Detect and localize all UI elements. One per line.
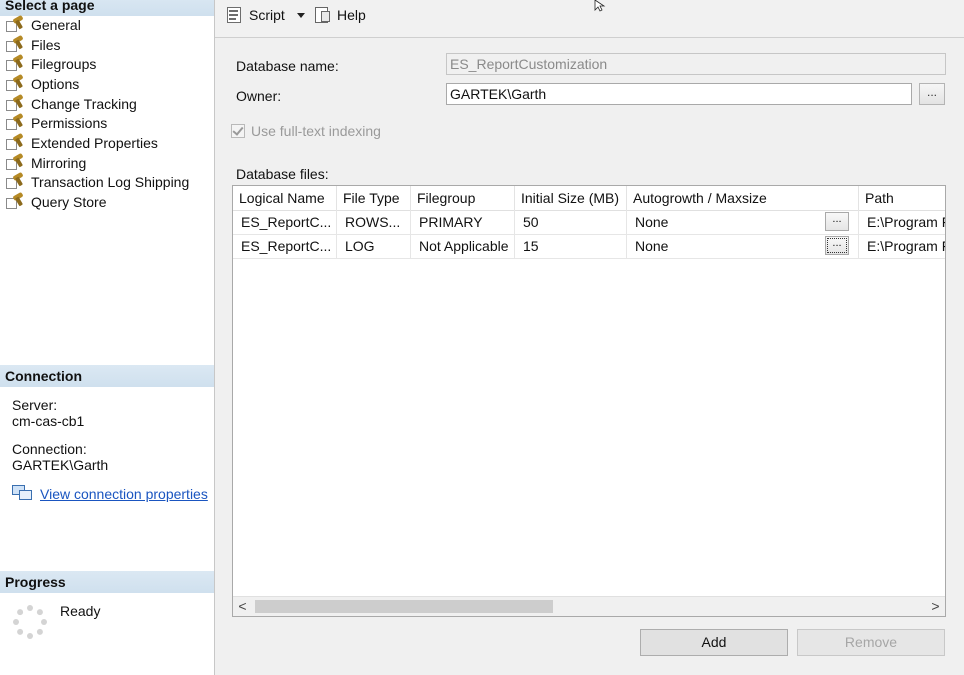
- toolbar: Script Help: [215, 0, 964, 38]
- fulltext-indexing-checkbox[interactable]: [231, 124, 245, 138]
- column-header-logical-name[interactable]: Logical Name: [233, 186, 337, 210]
- database-name-input[interactable]: [446, 53, 946, 75]
- database-files-grid: Logical Name File Type Filegroup Initial…: [232, 185, 946, 617]
- table-row[interactable]: ES_ReportC... LOG Not Applicable 15 None…: [233, 234, 945, 259]
- database-name-label: Database name:: [236, 58, 339, 74]
- mouse-cursor-icon: [594, 0, 606, 12]
- page-icon: [5, 93, 25, 112]
- column-header-autogrowth[interactable]: Autogrowth / Maxsize: [627, 186, 859, 210]
- page-item-options[interactable]: Options: [5, 73, 189, 94]
- cell-autogrowth: None ...: [627, 210, 859, 234]
- cell-path[interactable]: E:\Program F: [859, 234, 945, 258]
- page-item-query-store[interactable]: Query Store: [5, 191, 189, 212]
- cell-path[interactable]: E:\Program F: [859, 210, 945, 234]
- page-icon: [5, 191, 25, 210]
- remove-button[interactable]: Remove: [797, 629, 945, 656]
- column-header-filegroup[interactable]: Filegroup: [411, 186, 515, 210]
- database-files-label: Database files:: [236, 166, 329, 182]
- page-item-permissions[interactable]: Permissions: [5, 113, 189, 133]
- column-header-initial-size[interactable]: Initial Size (MB): [515, 186, 627, 210]
- column-header-file-type[interactable]: File Type: [337, 186, 411, 210]
- database-properties-dialog: Select a page General Files Filegroups O…: [0, 0, 964, 675]
- page-item-change-tracking[interactable]: Change Tracking: [5, 93, 189, 114]
- horizontal-scrollbar[interactable]: < >: [233, 596, 945, 616]
- page-item-label: Files: [31, 36, 61, 53]
- page-item-label: Change Tracking: [31, 95, 137, 112]
- page-item-label: Filegroups: [31, 56, 97, 73]
- cell-autogrowth: None ...: [627, 234, 859, 258]
- autogrowth-edit-button[interactable]: ...: [825, 212, 849, 231]
- owner-label: Owner:: [236, 88, 282, 104]
- cell-initial-size[interactable]: 15: [515, 234, 627, 258]
- column-header-path[interactable]: Path: [859, 186, 945, 210]
- page-item-label: General: [31, 16, 81, 33]
- server-label: Server:: [12, 397, 58, 413]
- page-item-extended-properties[interactable]: Extended Properties: [5, 132, 189, 153]
- help-button[interactable]: Help: [313, 4, 366, 26]
- page-item-label: Query Store: [31, 194, 107, 211]
- page-item-label: Options: [31, 75, 80, 92]
- page-icon: [5, 34, 25, 53]
- connection-label: Connection:: [12, 441, 87, 457]
- page-item-mirroring[interactable]: Mirroring: [5, 152, 189, 173]
- page-icon: [5, 172, 25, 190]
- cell-logical-name[interactable]: ES_ReportC...: [233, 210, 337, 234]
- page-item-transaction-log-shipping[interactable]: Transaction Log Shipping: [5, 172, 190, 193]
- fulltext-indexing-row: Use full-text indexing: [231, 123, 381, 139]
- script-icon: [225, 5, 245, 25]
- table-row[interactable]: ES_ReportC... ROWS... PRIMARY 50 None ..…: [233, 210, 945, 235]
- page-icon: [5, 54, 25, 72]
- cell-filegroup[interactable]: Not Applicable: [411, 234, 515, 258]
- cell-filegroup[interactable]: PRIMARY: [411, 210, 515, 234]
- page-icon: [5, 73, 25, 92]
- cell-initial-size[interactable]: 50: [515, 210, 627, 234]
- cell-file-type[interactable]: LOG: [337, 234, 411, 258]
- fulltext-indexing-label: Use full-text indexing: [251, 123, 381, 139]
- add-button[interactable]: Add: [640, 629, 788, 656]
- page-item-filegroups[interactable]: Filegroups: [5, 54, 189, 74]
- chevron-down-icon[interactable]: [296, 12, 305, 18]
- server-value: cm-cas-cb1: [12, 413, 85, 429]
- help-label: Help: [337, 7, 366, 23]
- page-item-label: Transaction Log Shipping: [31, 174, 190, 191]
- page-item-label: Mirroring: [31, 154, 87, 171]
- select-page-header: Select a page: [0, 0, 214, 16]
- progress-header: Progress: [0, 571, 214, 593]
- page-item-general[interactable]: General: [5, 14, 189, 35]
- view-connection-properties-link[interactable]: View connection properties: [40, 486, 208, 502]
- page-item-files[interactable]: Files: [5, 34, 189, 55]
- cell-logical-name[interactable]: ES_ReportC...: [233, 234, 337, 258]
- progress-status: Ready: [60, 603, 101, 619]
- page-icon: [5, 113, 25, 131]
- page-list: General Files Filegroups Options Change …: [5, 14, 190, 212]
- connection-header: Connection: [0, 365, 214, 387]
- cell-autogrowth-value: None: [635, 214, 669, 230]
- cell-autogrowth-value: None: [635, 238, 669, 254]
- files-page-content: Database name: Owner: ... Use full-text …: [215, 38, 964, 675]
- script-label: Script: [249, 7, 285, 23]
- grid-header: Logical Name File Type Filegroup Initial…: [233, 186, 945, 211]
- help-icon: [313, 5, 333, 25]
- progress-spinner-icon: [13, 605, 47, 639]
- page-icon: [5, 132, 25, 151]
- left-pane: Select a page General Files Filegroups O…: [0, 0, 215, 675]
- connection-properties-icon: [12, 485, 34, 503]
- scrollbar-thumb[interactable]: [255, 600, 553, 613]
- owner-input[interactable]: [446, 83, 912, 105]
- page-item-label: Permissions: [31, 115, 108, 132]
- cell-file-type[interactable]: ROWS...: [337, 210, 411, 234]
- page-item-label: Extended Properties: [31, 134, 158, 151]
- page-icon: [5, 152, 25, 171]
- scroll-left-arrow-icon[interactable]: <: [233, 597, 252, 616]
- connection-value: GARTEK\Garth: [12, 457, 109, 473]
- page-icon: [5, 14, 25, 33]
- owner-browse-button[interactable]: ...: [919, 83, 945, 105]
- autogrowth-edit-button[interactable]: ...: [825, 236, 849, 255]
- script-button[interactable]: Script: [225, 4, 305, 26]
- scroll-right-arrow-icon[interactable]: >: [926, 597, 945, 616]
